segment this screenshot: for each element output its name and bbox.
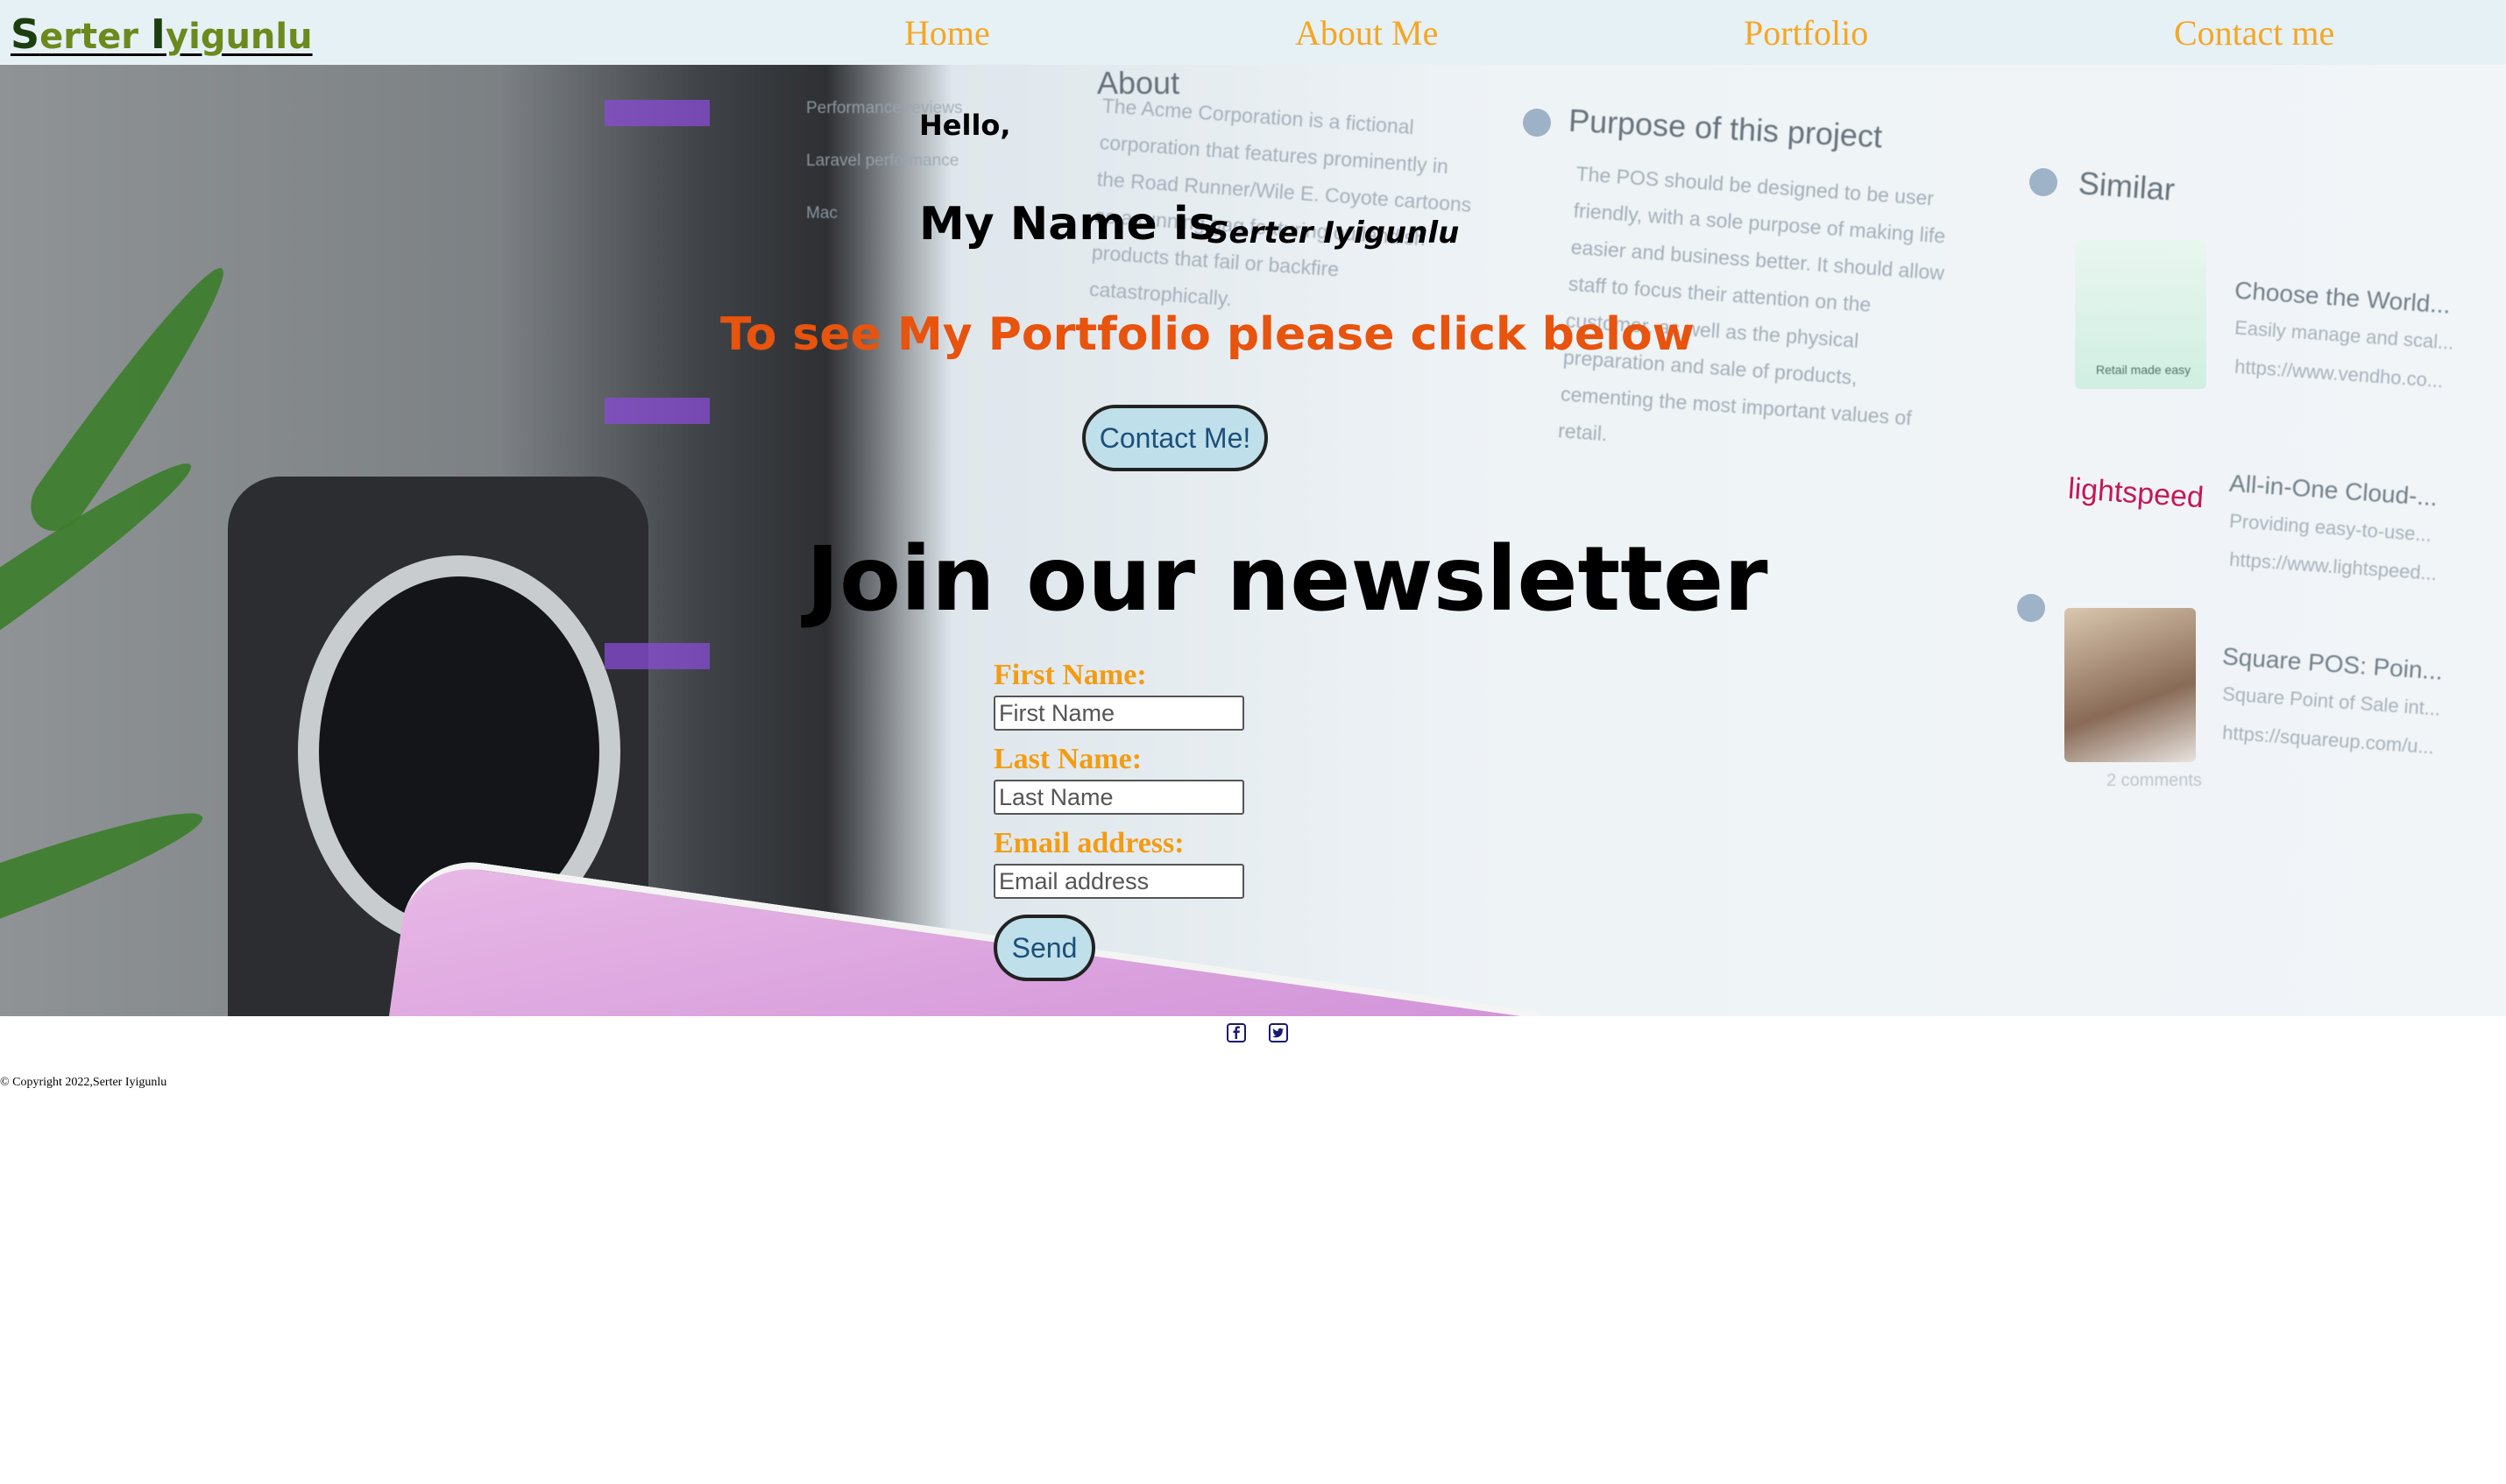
first-name-field[interactable] <box>994 696 1244 731</box>
twitter-icon[interactable] <box>1269 1023 1288 1042</box>
navbar: Serter Iyigunlu Home About Me Portfolio … <box>0 0 2506 65</box>
monitor-light-stripe <box>605 643 710 669</box>
bg-similar-item-title: Choose the World... <box>2233 276 2452 319</box>
first-name-label: First Name: <box>994 659 1147 691</box>
bg-comments: 2 comments <box>2106 771 2202 790</box>
bg-similar-item-desc: Square Point of Sale int... <box>2221 682 2442 720</box>
bg-similar-item-url: https://squareup.com/u... <box>2221 721 2435 759</box>
bg-thumb-caption: Retail made easy <box>2096 363 2191 377</box>
monitor-light-stripe <box>605 398 710 424</box>
nav-about-me[interactable]: About Me <box>1295 11 1438 56</box>
bg-similar-item-url: https://www.lightspeed... <box>2228 548 2438 585</box>
bg-avatar <box>2029 168 2057 196</box>
site-logo[interactable]: Serter Iyigunlu <box>11 9 313 62</box>
plant-leaf <box>0 792 212 932</box>
bg-photo-thumbnail <box>2064 608 2196 762</box>
email-label: Email address: <box>994 827 1185 859</box>
monitor-light-stripe <box>605 100 710 126</box>
name-text: Serter Iyigunlu <box>1207 216 1460 251</box>
facebook-icon[interactable] <box>1227 1023 1246 1042</box>
bg-avatar <box>1523 109 1551 137</box>
send-button[interactable]: Send <box>994 915 1095 981</box>
nav-contact-me[interactable]: Contact me <box>2174 11 2334 56</box>
bg-avatar <box>2017 594 2045 622</box>
bg-similar-item-title: All-in-One Cloud-... <box>2228 469 2439 512</box>
nav-home[interactable]: Home <box>904 11 990 56</box>
logo-last-rest: yigunlu <box>166 17 313 57</box>
logo-first-initial: S <box>11 11 40 58</box>
bg-similar-title: Similar <box>2077 165 2177 208</box>
portfolio-cta-text: To see My Portfolio please click below <box>720 308 1695 361</box>
bg-purpose-title: Purpose of this project <box>1568 102 1884 155</box>
nav-portfolio[interactable]: Portfolio <box>1744 11 1868 56</box>
logo-last-initial: I <box>150 11 166 58</box>
bg-sidebar-item: Laravel performance <box>806 152 959 170</box>
last-name-field[interactable] <box>994 780 1244 815</box>
bg-similar-item-desc: Easily manage and scal... <box>2233 316 2455 354</box>
email-field[interactable] <box>994 864 1244 899</box>
bg-lightspeed-logo: lightspeed <box>2066 471 2205 515</box>
contact-me-button[interactable]: Contact Me! <box>1082 405 1268 471</box>
copyright-text: © Copyright 2022,Serter Iyigunlu <box>0 1076 167 1089</box>
bg-similar-item-url: https://www.vendho.co... <box>2233 355 2445 392</box>
greeting-text: Hello, <box>919 109 1011 142</box>
bg-similar-item-desc: Providing easy-to-use... <box>2228 509 2432 547</box>
bg-similar-item-title: Square POS: Poin... <box>2221 642 2444 685</box>
laptop-shape <box>350 853 1540 1016</box>
last-name-label: Last Name: <box>994 743 1143 775</box>
logo-first-rest: erter <box>39 17 151 57</box>
newsletter-title: Join our newsletter <box>806 527 1768 632</box>
name-prefix-text: My Name is <box>919 198 1216 251</box>
